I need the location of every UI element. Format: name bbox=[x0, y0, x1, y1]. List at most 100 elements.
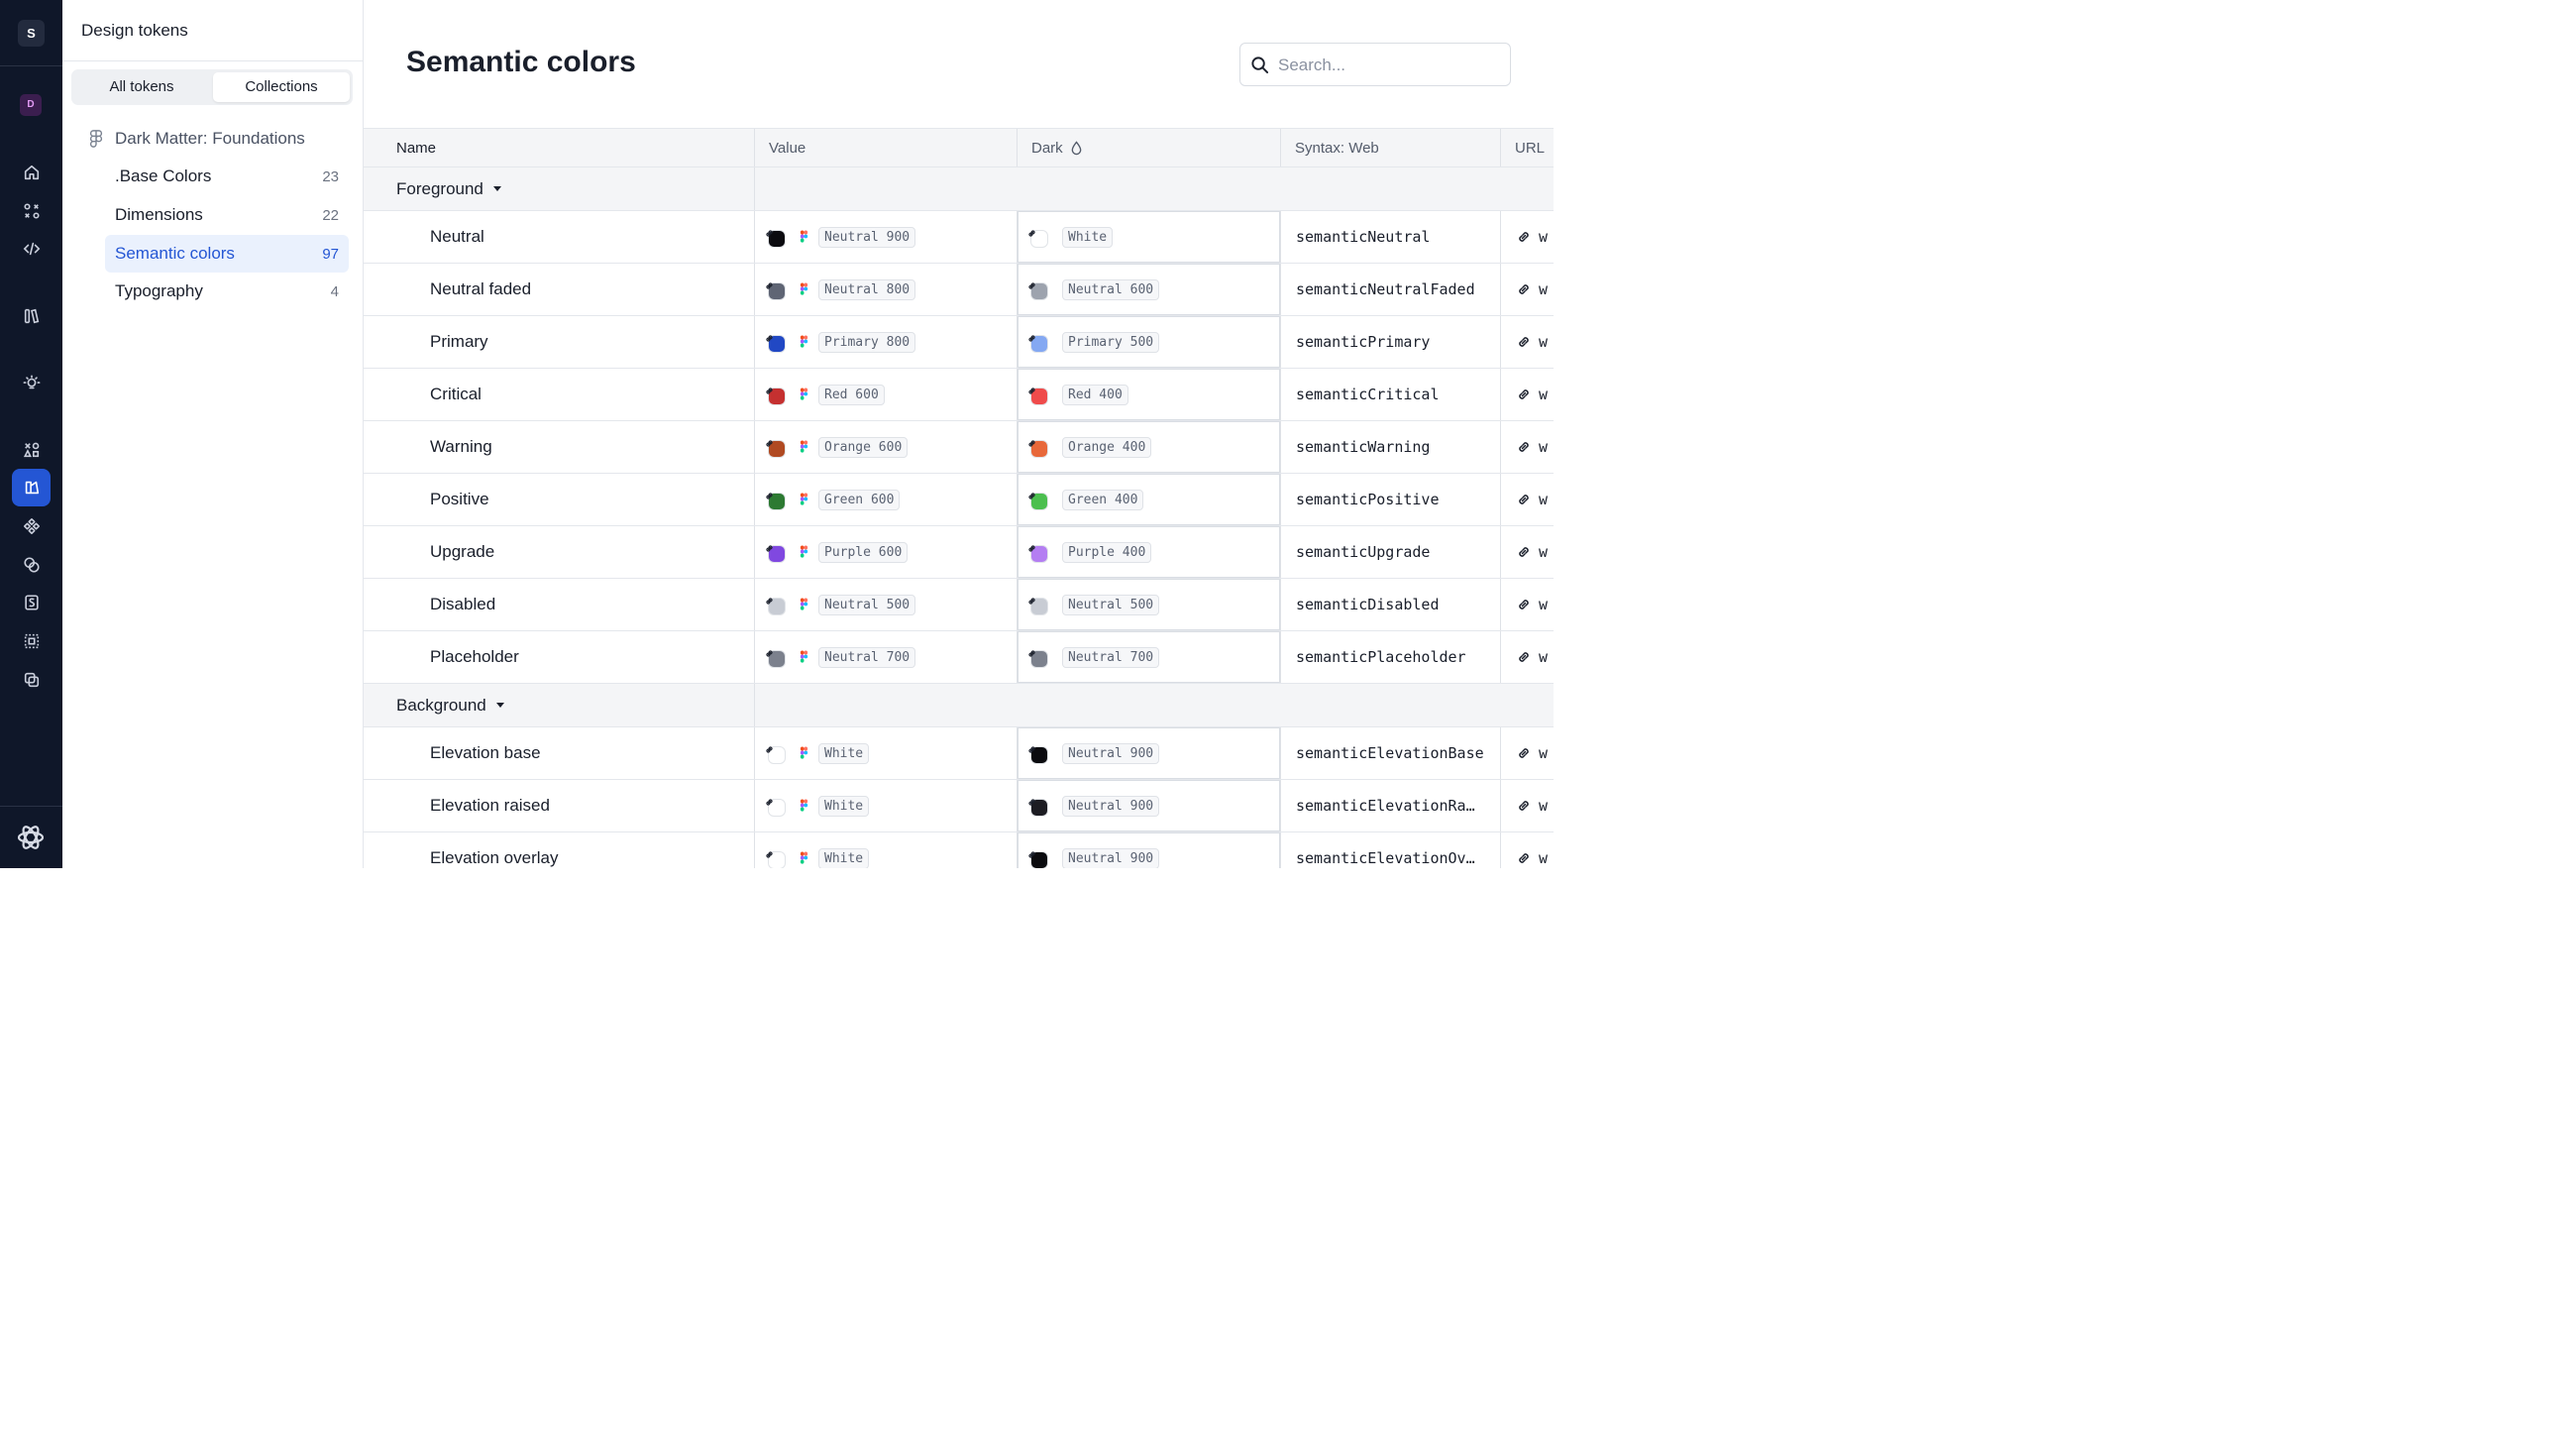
dark-value-cell[interactable]: Orange 400 bbox=[1018, 421, 1281, 473]
column-header-value[interactable]: Value bbox=[755, 129, 1018, 166]
dark-reference[interactable]: Purple 400 bbox=[1062, 541, 1152, 563]
dark-value-cell[interactable]: White bbox=[1018, 211, 1281, 263]
value-swatch[interactable] bbox=[765, 383, 789, 406]
value-swatch[interactable] bbox=[765, 741, 789, 765]
table-row[interactable]: Warning Orange 600 Orange 400 semanticWarni… bbox=[364, 421, 1554, 474]
value-swatch[interactable] bbox=[765, 645, 789, 669]
url-cell[interactable]: w bbox=[1501, 316, 1554, 368]
url-cell[interactable]: w bbox=[1501, 369, 1554, 420]
table-row[interactable]: Neutral Neutral 900 White semanticNeutral w bbox=[364, 211, 1554, 264]
value-reference[interactable]: White bbox=[818, 847, 870, 868]
url-cell[interactable]: w bbox=[1501, 474, 1554, 525]
dark-value-cell[interactable]: Neutral 600 bbox=[1018, 264, 1281, 315]
space-badge[interactable]: D bbox=[20, 94, 42, 116]
syntax-cell[interactable]: semanticUpgrade bbox=[1281, 526, 1501, 578]
dark-swatch[interactable] bbox=[1027, 540, 1051, 564]
syntax-cell[interactable]: semanticNeutralFaded bbox=[1281, 264, 1501, 315]
dark-value-cell[interactable]: Primary 500 bbox=[1018, 316, 1281, 368]
link-icon[interactable] bbox=[1516, 281, 1532, 297]
all-tokens-tab[interactable]: All tokens bbox=[74, 72, 209, 102]
value-reference[interactable]: Green 600 bbox=[818, 489, 901, 510]
value-cell[interactable]: Purple 600 bbox=[755, 526, 1018, 578]
value-swatch[interactable] bbox=[765, 225, 789, 249]
library-icon[interactable] bbox=[16, 300, 47, 331]
syntax-cell[interactable]: semanticPrimary bbox=[1281, 316, 1501, 368]
value-cell[interactable]: Neutral 500 bbox=[755, 579, 1018, 630]
value-reference[interactable]: Primary 800 bbox=[818, 331, 916, 353]
link-icon[interactable] bbox=[1516, 850, 1532, 866]
url-cell[interactable]: w bbox=[1501, 832, 1554, 868]
dark-swatch[interactable] bbox=[1027, 846, 1051, 868]
dark-value-cell[interactable]: Neutral 500 bbox=[1018, 579, 1281, 630]
value-swatch[interactable] bbox=[765, 540, 789, 564]
value-swatch[interactable] bbox=[765, 794, 789, 818]
url-cell[interactable]: w bbox=[1501, 264, 1554, 315]
dark-swatch[interactable] bbox=[1027, 488, 1051, 511]
column-header-syntax[interactable]: Syntax: Web bbox=[1281, 129, 1501, 166]
shapes-icon[interactable] bbox=[16, 434, 47, 465]
link-icon[interactable] bbox=[1516, 745, 1532, 761]
collection-header[interactable]: Dark Matter: Foundations bbox=[89, 127, 305, 151]
dark-value-cell[interactable]: Neutral 700 bbox=[1018, 631, 1281, 683]
syntax-cell[interactable]: semanticNeutral bbox=[1281, 211, 1501, 263]
storybook-icon[interactable] bbox=[16, 587, 47, 617]
value-cell[interactable]: Neutral 800 bbox=[755, 264, 1018, 315]
syntax-cell[interactable]: semanticElevationRa… bbox=[1281, 780, 1501, 831]
value-swatch[interactable] bbox=[765, 330, 789, 354]
dark-swatch[interactable] bbox=[1027, 383, 1051, 406]
column-header-dark[interactable]: Dark bbox=[1018, 129, 1281, 166]
value-swatch[interactable] bbox=[765, 277, 789, 301]
value-cell[interactable]: Primary 800 bbox=[755, 316, 1018, 368]
dark-reference[interactable]: Neutral 900 bbox=[1062, 795, 1160, 817]
url-cell[interactable]: w bbox=[1501, 780, 1554, 831]
link-icon[interactable] bbox=[1516, 649, 1532, 665]
dark-swatch[interactable] bbox=[1027, 330, 1051, 354]
dark-swatch[interactable] bbox=[1027, 225, 1051, 249]
home-icon[interactable] bbox=[16, 157, 47, 187]
caret-down-icon[interactable] bbox=[495, 703, 504, 708]
url-cell[interactable]: w bbox=[1501, 579, 1554, 630]
value-cell[interactable]: Neutral 900 bbox=[755, 211, 1018, 263]
link-icon[interactable] bbox=[1516, 229, 1532, 245]
collections-tab[interactable]: Collections bbox=[213, 72, 350, 102]
table-row[interactable]: Elevation overlay White Neutral 900 semanti… bbox=[364, 832, 1554, 868]
lightbulb-icon[interactable] bbox=[16, 368, 47, 398]
link-icon[interactable] bbox=[1516, 544, 1532, 560]
value-reference[interactable]: Neutral 700 bbox=[818, 646, 916, 668]
group-name-cell[interactable]: Foreground bbox=[364, 167, 755, 210]
value-reference[interactable]: Red 600 bbox=[818, 384, 885, 405]
blend-icon[interactable] bbox=[16, 549, 47, 580]
value-swatch[interactable] bbox=[765, 593, 789, 616]
dark-reference[interactable]: Green 400 bbox=[1062, 489, 1144, 510]
search-box[interactable] bbox=[1239, 43, 1511, 86]
dark-reference[interactable]: Neutral 900 bbox=[1062, 847, 1160, 868]
caret-down-icon[interactable] bbox=[492, 186, 501, 191]
syntax-cell[interactable]: semanticElevationBase bbox=[1281, 727, 1501, 779]
dark-swatch[interactable] bbox=[1027, 277, 1051, 301]
dark-value-cell[interactable]: Green 400 bbox=[1018, 474, 1281, 525]
dark-reference[interactable]: Neutral 700 bbox=[1062, 646, 1160, 668]
value-reference[interactable]: Orange 600 bbox=[818, 436, 909, 458]
table-row[interactable]: Disabled Neutral 500 Neutral 500 semanticDi… bbox=[364, 579, 1554, 631]
components-icon[interactable] bbox=[16, 195, 47, 226]
value-reference[interactable]: White bbox=[818, 742, 870, 764]
dark-reference[interactable]: Red 400 bbox=[1062, 384, 1128, 405]
value-reference[interactable]: White bbox=[818, 795, 870, 817]
dark-swatch[interactable] bbox=[1027, 645, 1051, 669]
column-header-url[interactable]: URL bbox=[1501, 129, 1554, 166]
url-cell[interactable]: w bbox=[1501, 631, 1554, 683]
value-reference[interactable]: Purple 600 bbox=[818, 541, 909, 563]
group-name-cell[interactable]: Background bbox=[364, 684, 755, 726]
search-input[interactable] bbox=[1278, 53, 1501, 78]
assets-icon[interactable] bbox=[16, 510, 47, 541]
table-row[interactable]: Elevation raised White Neutral 900 semantic… bbox=[364, 780, 1554, 832]
sidebar-item-base-colors[interactable]: .Base Colors 23 bbox=[105, 158, 349, 195]
link-icon[interactable] bbox=[1516, 387, 1532, 402]
dark-value-cell[interactable]: Neutral 900 bbox=[1018, 727, 1281, 779]
table-row[interactable]: Positive Green 600 Green 400 semanticPositi… bbox=[364, 474, 1554, 526]
value-cell[interactable]: White bbox=[755, 832, 1018, 868]
sidebar-item-semantic-colors[interactable]: Semantic colors 97 bbox=[105, 235, 349, 273]
workspace-switcher[interactable]: S bbox=[18, 20, 45, 47]
dark-value-cell[interactable]: Neutral 900 bbox=[1018, 832, 1281, 868]
dark-reference[interactable]: Neutral 600 bbox=[1062, 278, 1160, 300]
